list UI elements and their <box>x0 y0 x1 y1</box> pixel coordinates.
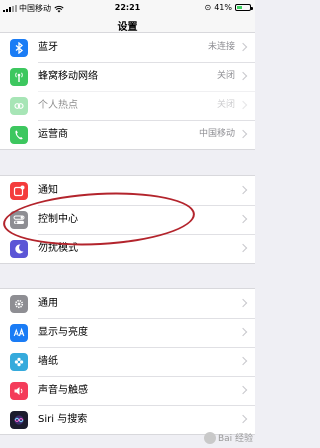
status-right: ⊙ 41% <box>204 3 253 12</box>
chevron-right-icon <box>238 414 248 424</box>
row-label: 声音与触感 <box>38 385 88 396</box>
settings-group-notifications: 通知 控制中心 勿扰模式 <box>0 175 255 264</box>
chevron-right-icon <box>238 185 248 195</box>
wallpaper-flower-icon <box>10 352 28 371</box>
speaker-icon <box>10 381 28 400</box>
bluetooth-icon <box>10 38 28 57</box>
phone-icon <box>10 125 28 144</box>
settings-row-hotspot[interactable]: 个人热点 关闭 <box>0 91 255 120</box>
settings-row-bluetooth[interactable]: 蓝牙 未连接 <box>0 33 255 62</box>
row-label: 墙纸 <box>38 356 58 367</box>
settings-row-cellular[interactable]: 蜂窝移动网络 关闭 <box>0 62 255 91</box>
row-label: 蜂窝移动网络 <box>38 71 98 82</box>
settings-row-notifications[interactable]: 通知 <box>0 176 255 205</box>
baidu-paw-logo-icon <box>203 431 216 444</box>
siri-icon <box>10 410 28 429</box>
gear-icon <box>10 294 28 313</box>
settings-row-general[interactable]: 通用 <box>0 289 255 318</box>
settings-row-carrier[interactable]: 运营商 中国移动 <box>0 120 255 149</box>
row-label: 运营商 <box>38 129 68 140</box>
watermark: Bai 经验 <box>203 431 253 444</box>
battery-percent: 41% <box>214 3 232 12</box>
settings-row-siri[interactable]: Siri 与搜索 <box>0 405 255 434</box>
chevron-right-icon <box>238 327 248 337</box>
row-label: 通用 <box>38 298 58 309</box>
moon-icon <box>10 239 28 258</box>
settings-group-connectivity: 蓝牙 未连接 蜂窝移动网络 关闭 个人热点 关闭 运营商 中国移动 <box>0 32 255 150</box>
battery-icon <box>235 4 253 11</box>
notifications-icon <box>10 181 28 200</box>
row-label: 个人热点 <box>38 100 78 111</box>
chevron-right-icon <box>238 356 248 366</box>
chevron-right-icon <box>238 385 248 395</box>
row-label: 蓝牙 <box>38 42 58 53</box>
settings-row-sounds[interactable]: 声音与触感 <box>0 376 255 405</box>
row-label: 控制中心 <box>38 214 78 225</box>
watermark-text: Bai 经验 <box>217 434 253 444</box>
lock-rotation-icon: ⊙ <box>204 3 212 12</box>
settings-row-control-center[interactable]: 控制中心 <box>0 205 255 234</box>
settings-row-wallpaper[interactable]: 墙纸 <box>0 347 255 376</box>
chevron-right-icon <box>238 214 248 224</box>
chevron-right-icon <box>238 129 248 139</box>
chevron-right-icon <box>238 42 248 52</box>
row-value: 未连接 <box>207 42 235 52</box>
status-bar: 中国移动 22:21 ⊙ 41% <box>0 0 255 16</box>
row-value: 关闭 <box>216 100 235 110</box>
settings-row-do-not-disturb[interactable]: 勿扰模式 <box>0 234 255 263</box>
row-value: 中国移动 <box>198 129 235 139</box>
hotspot-icon <box>10 96 28 115</box>
row-label: 显示与亮度 <box>38 327 88 338</box>
chevron-right-icon <box>238 298 248 308</box>
row-label: 勿扰模式 <box>38 243 78 254</box>
row-label: Siri 与搜索 <box>38 414 88 425</box>
row-label: 通知 <box>38 185 58 196</box>
settings-row-display-brightness[interactable]: 显示与亮度 <box>0 318 255 347</box>
antenna-icon <box>10 67 28 86</box>
row-value: 关闭 <box>216 71 235 81</box>
display-aa-icon <box>10 323 28 342</box>
chevron-right-icon <box>238 243 248 253</box>
chevron-right-icon <box>238 100 248 110</box>
chevron-right-icon <box>238 71 248 81</box>
settings-group-general: 通用 显示与亮度 墙纸 声音与触感 Siri 与搜索 <box>0 288 255 435</box>
control-center-icon <box>10 210 28 229</box>
